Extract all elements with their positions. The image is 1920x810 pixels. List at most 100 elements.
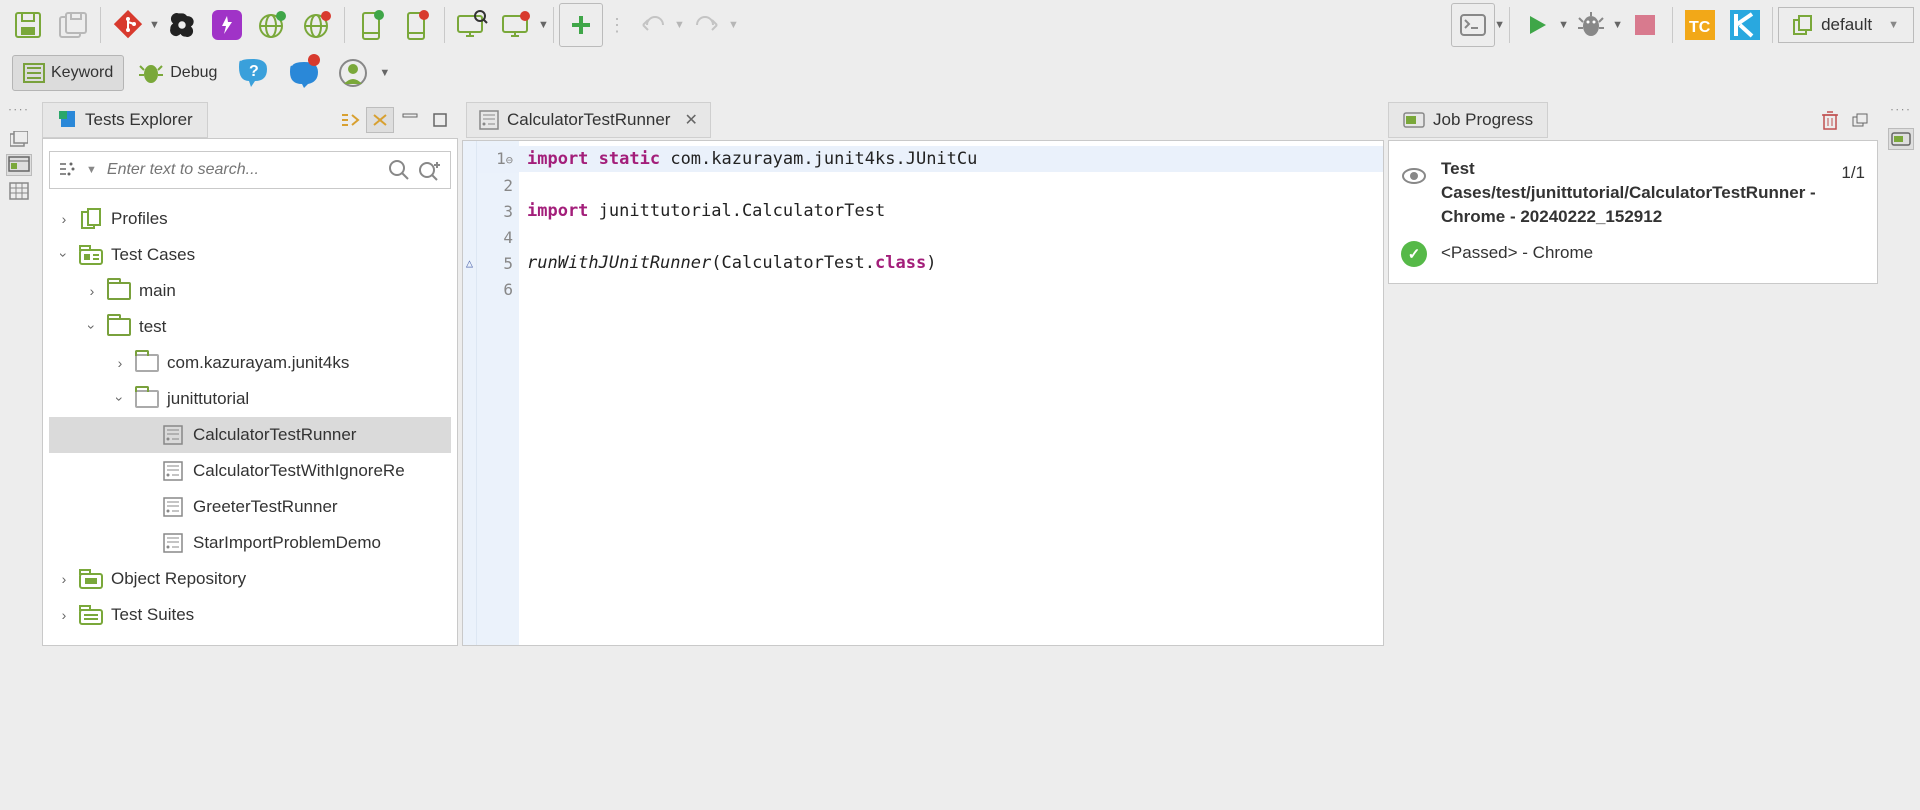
debug-toolbar-button[interactable]: Debug: [130, 57, 225, 89]
debug-run-dropdown[interactable]: ▼: [1612, 19, 1622, 31]
tree-label: com.kazurayam.junit4ks: [167, 353, 349, 373]
delete-icon[interactable]: [1816, 107, 1844, 133]
link-editor-icon[interactable]: [336, 107, 364, 133]
tree-label: CalculatorTestRunner: [193, 425, 356, 445]
sync-icon[interactable]: [366, 107, 394, 133]
editor-tab[interactable]: CalculatorTestRunner ✕: [466, 102, 711, 138]
save-all-button[interactable]: [51, 3, 95, 47]
tree-main[interactable]: › main: [49, 273, 451, 309]
job-body: Test Cases/test/junittutorial/Calculator…: [1388, 140, 1878, 284]
code-body[interactable]: import static com.kazurayam.junit4ks.JUn…: [519, 141, 1383, 645]
right-gutter: ∙∙∙∙: [1882, 96, 1920, 646]
gutter-icon-3[interactable]: [6, 180, 32, 202]
desktop-record-icon[interactable]: [495, 3, 539, 47]
progress-icon: [1403, 112, 1425, 128]
tree-tc4[interactable]: StarImportProblemDemo: [49, 525, 451, 561]
right-gutter-icon[interactable]: [1888, 128, 1914, 150]
pass-icon: ✓: [1401, 241, 1427, 267]
debug-label: Debug: [170, 64, 217, 82]
tree-label: Test Suites: [111, 605, 194, 625]
notification-icon[interactable]: [281, 51, 325, 95]
tree-testcases[interactable]: › Test Cases: [49, 237, 451, 273]
tree-label: CalculatorTestWithIgnoreRe: [193, 461, 405, 481]
left-gutter: ∙∙∙∙: [0, 96, 38, 646]
svg-text:TC: TC: [1689, 19, 1711, 36]
tree-label: StarImportProblemDemo: [193, 533, 381, 553]
minimize-icon[interactable]: [396, 107, 424, 133]
code-editor[interactable]: △ 1⊖ 23456 import static com.kazurayam.j…: [462, 140, 1384, 646]
terminal-dropdown[interactable]: ▼: [1494, 19, 1504, 31]
close-icon[interactable]: ✕: [684, 110, 697, 130]
tree-tc2[interactable]: CalculatorTestWithIgnoreRe: [49, 453, 451, 489]
line-numbers: 1⊖ 23456: [477, 141, 519, 645]
tree-pkg2[interactable]: › junittutorial: [49, 381, 451, 417]
job-panel-title: Job Progress: [1433, 110, 1533, 130]
undo-dropdown[interactable]: ▼: [674, 19, 684, 31]
editor-panel: CalculatorTestRunner ✕ △ 1⊖ 23456 import…: [462, 96, 1384, 646]
redo-button[interactable]: [685, 3, 729, 47]
job-progress-tab[interactable]: Job Progress: [1388, 102, 1548, 138]
job-row-result: ✓ <Passed> - Chrome: [1401, 235, 1865, 273]
desktop-spy-icon[interactable]: [450, 3, 494, 47]
keyword-label: Keyword: [51, 64, 113, 82]
tree-test[interactable]: › test: [49, 309, 451, 345]
openai-icon[interactable]: [160, 3, 204, 47]
bug-icon: [138, 61, 164, 85]
testcase-icon: [479, 110, 499, 130]
browser-selector[interactable]: default ▼: [1778, 7, 1914, 43]
k-icon[interactable]: [1723, 3, 1767, 47]
tree-tc1[interactable]: CalculatorTestRunner: [49, 417, 451, 453]
tree-view: › Profiles › Test Cases › main ›: [49, 195, 451, 639]
debug-button[interactable]: [1569, 3, 1613, 47]
terminal-icon[interactable]: [1451, 3, 1495, 47]
job-count: 1/1: [1841, 163, 1865, 183]
profile-icon[interactable]: [331, 51, 375, 95]
tree-label: Profiles: [111, 209, 168, 229]
tests-explorer-tab[interactable]: Tests Explorer: [42, 102, 208, 138]
keyword-button[interactable]: Keyword: [12, 55, 124, 91]
browser-label: default: [1821, 15, 1872, 35]
gutter-icon-2[interactable]: [6, 154, 32, 176]
restore-icon[interactable]: [1846, 107, 1874, 133]
tree-label: Test Cases: [111, 245, 195, 265]
tree-label: GreeterTestRunner: [193, 497, 338, 517]
mobile-record-red-icon[interactable]: [395, 3, 439, 47]
secondary-toolbar: Keyword Debug ? ▼: [0, 50, 1920, 96]
redo-dropdown[interactable]: ▼: [728, 19, 738, 31]
gutter-icon-1[interactable]: [6, 128, 32, 150]
git-icon[interactable]: [106, 3, 150, 47]
job-progress-panel: Job Progress Test Cases/test/junittutori…: [1384, 96, 1882, 646]
profile-dropdown[interactable]: ▼: [379, 67, 389, 79]
mobile-record-green-icon[interactable]: [350, 3, 394, 47]
tree-objrepo[interactable]: › Object Repository: [49, 561, 451, 597]
tree-profiles[interactable]: › Profiles: [49, 201, 451, 237]
tree-label: junittutorial: [167, 389, 249, 409]
add-button[interactable]: [559, 3, 603, 47]
web-record-red-icon[interactable]: [295, 3, 339, 47]
run-button[interactable]: [1515, 3, 1559, 47]
svg-text:?: ?: [249, 63, 259, 80]
save-button[interactable]: [6, 3, 50, 47]
tc-icon[interactable]: TC: [1678, 3, 1722, 47]
tree-suites[interactable]: › Test Suites: [49, 597, 451, 633]
copy-icon: [1793, 15, 1813, 35]
filter-icon[interactable]: [58, 161, 78, 179]
run-dropdown[interactable]: ▼: [1558, 19, 1568, 31]
job-row-title: Test Cases/test/junittutorial/Calculator…: [1401, 151, 1865, 235]
search-icon[interactable]: [388, 159, 410, 181]
stop-button[interactable]: [1623, 3, 1667, 47]
web-record-green-icon[interactable]: [250, 3, 294, 47]
search-add-icon[interactable]: [418, 159, 442, 181]
eye-icon[interactable]: [1401, 163, 1427, 189]
search-input[interactable]: [105, 160, 380, 180]
tree-pkg1[interactable]: › com.kazurayam.junit4ks: [49, 345, 451, 381]
help-icon[interactable]: ?: [231, 51, 275, 95]
maximize-icon[interactable]: [426, 107, 454, 133]
git-dropdown-icon[interactable]: ▼: [149, 19, 159, 31]
tree-label: test: [139, 317, 166, 337]
tree-tc3[interactable]: GreeterTestRunner: [49, 489, 451, 525]
desktop-dropdown-icon[interactable]: ▼: [538, 19, 548, 31]
undo-button[interactable]: [631, 3, 675, 47]
self-healing-icon[interactable]: [205, 3, 249, 47]
explorer-title: Tests Explorer: [85, 110, 193, 130]
